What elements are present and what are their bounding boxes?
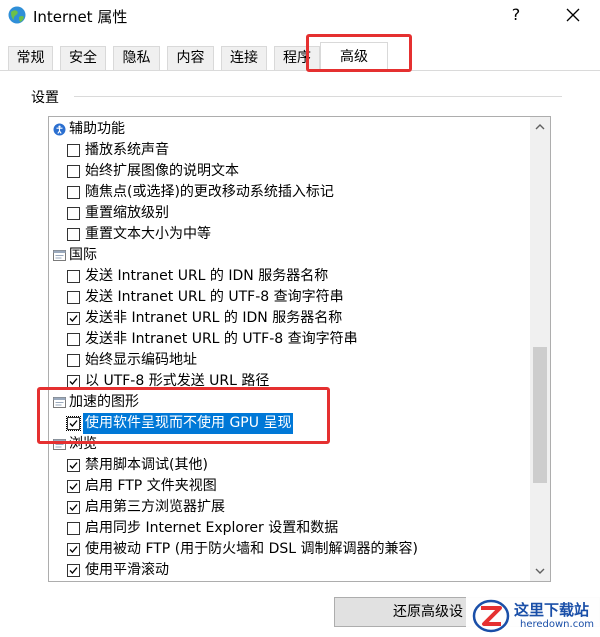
vertical-scrollbar[interactable] [530, 117, 550, 581]
setting-item[interactable]: 始终显示编码地址 [49, 350, 531, 371]
setting-label: 使用被动 FTP (用于防火墙和 DSL 调制解调器的兼容) [85, 541, 418, 557]
setting-label: 重置缩放级别 [85, 205, 169, 221]
setting-item[interactable]: 启用同步 Internet Explorer 设置和数据 [49, 518, 531, 539]
setting-label: 发送非 Intranet URL 的 UTF-8 查询字符串 [85, 331, 358, 347]
setting-label: 重置文本大小为中等 [85, 226, 211, 242]
setting-item[interactable]: 播放系统声音 [49, 140, 531, 161]
window-title: Internet 属性 [33, 8, 128, 26]
tab-privacy[interactable]: 隐私 [113, 46, 160, 70]
checkbox[interactable] [67, 186, 80, 199]
title-bar: Internet 属性 ? [0, 0, 600, 34]
tab-connections[interactable]: 连接 [221, 46, 267, 70]
setting-label: 禁用脚本调试(其他) [85, 457, 208, 473]
checkbox[interactable] [67, 165, 80, 178]
check-mark-icon [69, 315, 78, 322]
checkbox-checked[interactable] [67, 501, 80, 514]
scroll-thumb[interactable] [533, 347, 547, 483]
check-mark-icon [69, 546, 78, 553]
checkbox[interactable] [67, 207, 80, 220]
setting-label: 始终扩展图像的说明文本 [85, 163, 239, 179]
setting-item[interactable]: 禁用脚本调试(其他) [49, 455, 531, 476]
checkbox-checked[interactable] [67, 459, 80, 472]
setting-label: 播放系统声音 [85, 142, 169, 158]
close-icon[interactable] [561, 3, 585, 27]
setting-label: 发送 Intranet URL 的 IDN 服务器名称 [85, 268, 329, 284]
checkbox-checked[interactable] [67, 312, 80, 325]
settings-listbox[interactable]: 辅助功能 播放系统声音 始终扩展图像的说明文本 随焦点(或选择)的更改移动系统插… [48, 116, 551, 582]
checkbox[interactable] [67, 270, 80, 283]
setting-label: 随焦点(或选择)的更改移动系统插入标记 [85, 184, 334, 200]
tab-general[interactable]: 常规 [8, 46, 53, 70]
setting-item[interactable]: 启用 FTP 文件夹视图 [49, 476, 531, 497]
setting-item[interactable]: 启用第三方浏览器扩展 [49, 497, 531, 518]
checkbox[interactable] [67, 144, 80, 157]
checkbox-checked[interactable] [67, 543, 80, 556]
checkbox[interactable] [67, 333, 80, 346]
tab-security[interactable]: 安全 [60, 46, 106, 70]
setting-label: 启用 FTP 文件夹视图 [85, 478, 217, 494]
setting-label: 始终显示编码地址 [85, 352, 197, 368]
internet-globe-icon [8, 6, 26, 24]
scroll-down-arrow-icon[interactable] [530, 561, 550, 581]
check-mark-icon [69, 504, 78, 511]
setting-item[interactable]: 发送 Intranet URL 的 UTF-8 查询字符串 [49, 287, 531, 308]
setting-label: 发送非 Intranet URL 的 IDN 服务器名称 [85, 310, 343, 326]
setting-item[interactable]: 发送非 Intranet URL 的 IDN 服务器名称 [49, 308, 531, 329]
scroll-up-arrow-icon[interactable] [530, 117, 550, 137]
checkbox[interactable] [67, 291, 80, 304]
setting-item[interactable]: 发送非 Intranet URL 的 UTF-8 查询字符串 [49, 329, 531, 350]
check-mark-icon [69, 567, 78, 574]
setting-item[interactable]: 随焦点(或选择)的更改移动系统插入标记 [49, 182, 531, 203]
setting-label: 发送 Intranet URL 的 UTF-8 查询字符串 [85, 289, 344, 305]
help-button[interactable]: ? [508, 5, 524, 24]
checkbox[interactable] [67, 354, 80, 367]
group-divider [74, 96, 562, 97]
highlight-box-advanced-tab [306, 34, 412, 72]
setting-item[interactable]: 发送 Intranet URL 的 IDN 服务器名称 [49, 266, 531, 287]
checkbox-checked[interactable] [67, 480, 80, 493]
setting-item[interactable]: 使用被动 FTP (用于防火墙和 DSL 调制解调器的兼容) [49, 539, 531, 560]
setting-label: 启用第三方浏览器扩展 [85, 499, 225, 515]
setting-label: 使用平滑滚动 [85, 562, 169, 578]
check-mark-icon [69, 462, 78, 469]
category-international: 国际 [49, 245, 531, 266]
watermark-url: heredown.com [520, 619, 595, 630]
settings-category-icon [53, 250, 66, 261]
setting-label: 启用同步 Internet Explorer 设置和数据 [85, 520, 339, 536]
category-label: 国际 [69, 247, 97, 263]
highlight-box-accelerated-graphics [37, 387, 330, 444]
checkbox[interactable] [67, 522, 80, 535]
setting-item[interactable]: 重置文本大小为中等 [49, 224, 531, 245]
accessibility-icon [53, 123, 66, 136]
category-accessibility: 辅助功能 [49, 119, 531, 140]
tab-content[interactable]: 内容 [167, 46, 214, 70]
setting-item[interactable]: 使用平滑滚动 [49, 560, 531, 581]
watermark-title: 这里下载站 [514, 601, 590, 619]
heredown-logo-icon [472, 599, 510, 633]
category-label: 辅助功能 [69, 121, 125, 137]
check-mark-icon [69, 378, 78, 385]
checkbox-checked[interactable] [67, 564, 80, 577]
setting-item[interactable]: 重置缩放级别 [49, 203, 531, 224]
settings-group-label: 设置 [31, 90, 59, 106]
check-mark-icon [69, 483, 78, 490]
watermark: 这里下载站 heredown.com [466, 595, 600, 637]
setting-item[interactable]: 始终扩展图像的说明文本 [49, 161, 531, 182]
checkbox[interactable] [67, 228, 80, 241]
